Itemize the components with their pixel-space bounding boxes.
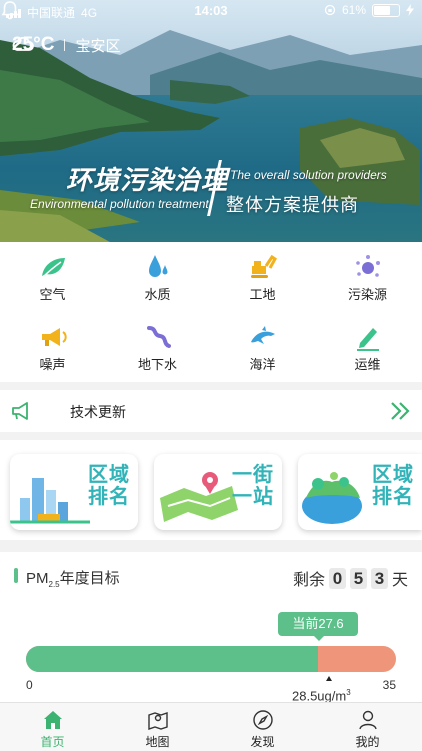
tab-bar: 首页 地图 发现 我的 — [0, 702, 422, 751]
leaf-icon — [40, 258, 65, 279]
category-ocean[interactable]: 海洋 — [210, 312, 315, 376]
category-groundwater[interactable]: 地下水 — [105, 312, 210, 376]
scale-max: 35 — [382, 678, 396, 692]
progress-fill — [26, 646, 318, 672]
tech-update-label: 技术更新 — [70, 404, 126, 420]
category-label: 水质 — [144, 287, 171, 302]
category-water[interactable]: 水质 — [105, 242, 210, 306]
double-chevron-right-icon[interactable] — [390, 401, 412, 421]
banner-title-cn: 环境污染治理 — [66, 165, 229, 195]
card-area-ranking[interactable]: 区域 排名 — [10, 454, 138, 530]
tab-home[interactable]: 首页 — [0, 703, 105, 751]
banner-title-en: Environmental pollution treatment — [30, 197, 209, 211]
feature-cards: 区域 排名 一街 一站 区域 排名 — [0, 440, 422, 540]
banner-subtitle-cn: 整体方案提供商 — [226, 195, 359, 215]
digit: 5 — [349, 567, 367, 589]
category-construction[interactable]: 工地 — [210, 242, 315, 306]
category-label: 地下水 — [137, 357, 177, 372]
section-title: PM2.5年度目标 — [26, 570, 120, 589]
category-label: 污染源 — [347, 287, 387, 302]
status-bar: 中国联通 4G 14:03 61% — [0, 0, 422, 22]
megaphone-icon — [41, 328, 67, 346]
category-grid: 空气 水质 工地 污染源 噪声 地下水 海洋 运维 — [0, 242, 422, 382]
city-buildings-icon — [10, 478, 90, 524]
category-pollution-source[interactable]: 污染源 — [315, 242, 420, 306]
card-title: 区域 排名 — [372, 464, 414, 508]
pm25-goal-section: PM2.5年度目标 剩余 0 5 3 天 当前27.6 0 35 28.5ug/… — [0, 552, 422, 703]
digit: 3 — [370, 567, 388, 589]
water-drop-icon — [148, 255, 167, 277]
tab-map[interactable]: 地图 — [105, 703, 210, 751]
category-label: 工地 — [249, 287, 276, 302]
scale-min: 0 — [26, 678, 33, 692]
days-remaining: 剩余 0 5 3 天 — [292, 567, 408, 589]
category-noise[interactable]: 噪声 — [0, 312, 105, 376]
category-label: 海洋 — [249, 357, 276, 372]
target-marker — [326, 676, 332, 681]
tech-update-row[interactable]: 技术更新 — [0, 390, 422, 432]
digit: 0 — [328, 567, 346, 589]
orientation-lock-icon — [324, 4, 336, 16]
category-air[interactable]: 空气 — [0, 242, 105, 306]
compass-icon — [252, 710, 273, 730]
battery-icon — [372, 3, 400, 17]
dolphin-icon — [250, 326, 275, 344]
excavator-icon — [250, 254, 277, 278]
banner-subtitle-en: The overall solution providers — [230, 168, 387, 182]
battery-percent: 61% — [341, 3, 366, 17]
globe-island-icon — [302, 472, 362, 524]
hero-banner[interactable]: 25°C 宝安区 环境污染治理 Environmental pollution … — [0, 0, 422, 242]
card-area-ranking-2[interactable]: 区域 排名 — [298, 454, 422, 530]
pollution-source-icon — [355, 255, 380, 277]
home-icon — [43, 711, 62, 729]
card-street-station[interactable]: 一街 一站 — [154, 454, 282, 530]
groundwater-icon — [146, 326, 171, 348]
section-accent — [14, 568, 18, 583]
map-icon — [147, 712, 168, 730]
cloud-icon — [12, 36, 34, 51]
tab-profile[interactable]: 我的 — [315, 703, 420, 751]
category-label: 噪声 — [39, 357, 66, 372]
card-title: 区域 排名 — [88, 464, 130, 508]
profile-icon — [358, 710, 377, 730]
category-label: 空气 — [39, 287, 66, 302]
divider — [64, 39, 66, 51]
tab-discover[interactable]: 发现 — [210, 703, 315, 751]
card-title: 一街 一站 — [232, 464, 274, 508]
pencil-icon — [356, 328, 379, 351]
charging-icon — [406, 4, 414, 16]
district-selector[interactable]: 宝安区 — [75, 35, 120, 56]
pm25-progress-bar — [26, 646, 396, 672]
current-value-bubble: 当前27.6 — [278, 612, 358, 641]
category-maintenance[interactable]: 运维 — [315, 312, 420, 376]
category-label: 运维 — [354, 357, 381, 372]
weather-widget[interactable]: 25°C 宝安区 — [12, 34, 120, 56]
megaphone-icon — [12, 402, 28, 420]
map-location-icon — [160, 472, 238, 522]
